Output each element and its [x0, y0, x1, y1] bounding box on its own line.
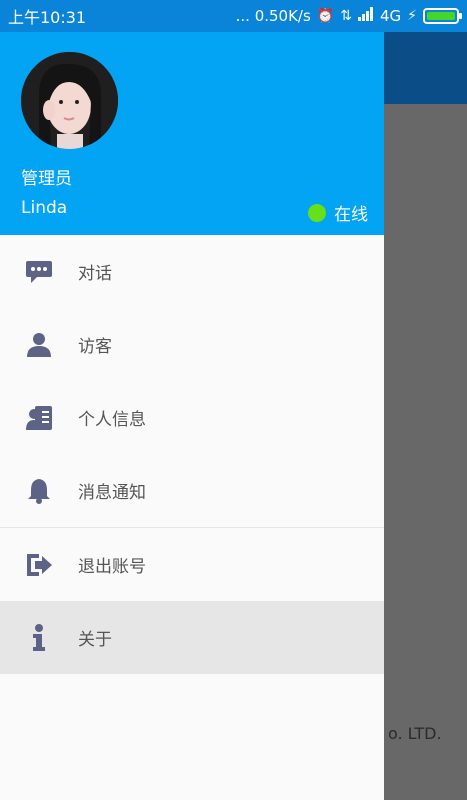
online-status-label: 在线 [334, 205, 368, 225]
menu-item-label: 对话 [78, 264, 112, 284]
status-bar: 上午10:31 ... 0.50K/s ⏰ ⇅ 4G ⚡ [0, 0, 467, 32]
online-dot-icon [308, 203, 326, 222]
alarm-off-icon: ⏰ [316, 8, 335, 24]
signal-icon [357, 7, 374, 25]
menu-item-label: 访客 [78, 337, 112, 357]
id-card-icon [24, 403, 54, 433]
menu-item-label: 消息通知 [78, 483, 146, 503]
data-transfer-icon: ⇅ [340, 8, 352, 24]
status-time: 上午10:31 [8, 8, 87, 27]
menu-item-notifications[interactable]: 消息通知 [0, 454, 384, 527]
menu-item-label: 关于 [78, 630, 112, 650]
network-type: 4G [379, 7, 402, 25]
background-footer-text: o. LTD. [388, 724, 442, 743]
info-icon [24, 623, 54, 653]
menu-item-chat[interactable]: 对话 [0, 235, 384, 308]
network-speed: ... 0.50K/s [235, 7, 311, 25]
bell-icon [24, 476, 54, 506]
menu-item-about[interactable]: 关于 [0, 601, 384, 674]
drawer-header: 管理员 Linda 在线 [0, 32, 384, 235]
online-status: 在线 [308, 200, 368, 225]
charging-icon: ⚡ [407, 8, 417, 24]
menu-item-profile[interactable]: 个人信息 [0, 381, 384, 454]
battery-icon [423, 8, 462, 24]
drawer-menu: 对话 访客 个人信息 消息通知 退出账号 关于 [0, 235, 384, 674]
status-indicators: ... 0.50K/s ⏰ ⇅ 4G ⚡ [235, 7, 462, 25]
navigation-drawer: 管理员 Linda 在线 对话 访客 个人信息 消息通知 退出账号 关于 [0, 32, 384, 800]
user-icon [24, 330, 54, 360]
menu-item-logout[interactable]: 退出账号 [0, 528, 384, 601]
sign-out-icon [24, 550, 54, 580]
menu-item-label: 个人信息 [78, 410, 146, 430]
menu-item-label: 退出账号 [78, 557, 146, 577]
user-role: 管理员 [21, 169, 72, 189]
chat-bubble-icon [24, 257, 54, 287]
username: Linda [21, 198, 68, 218]
menu-item-visitors[interactable]: 访客 [0, 308, 384, 381]
avatar[interactable] [21, 52, 118, 149]
